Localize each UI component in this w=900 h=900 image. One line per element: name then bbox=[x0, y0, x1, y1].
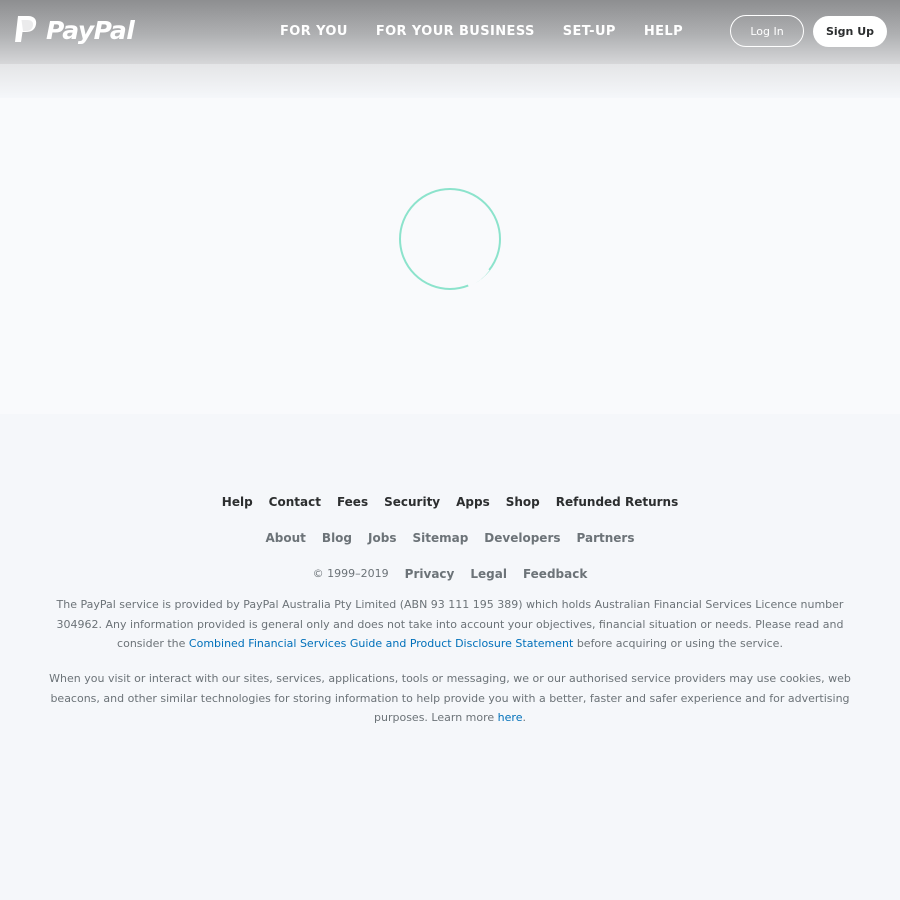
cookie-text: When you visit or interact with our site… bbox=[49, 672, 851, 724]
footer-secondary-links: About Blog Jobs Sitemap Developers Partn… bbox=[0, 531, 900, 545]
legal-text-1-end: before acquiring or using the service. bbox=[576, 637, 783, 650]
cookie-learn-more-link[interactable]: here bbox=[498, 711, 523, 724]
nav-help[interactable]: HELP bbox=[644, 24, 683, 39]
footer-link-contact[interactable]: Contact bbox=[269, 495, 321, 509]
site-header: PayPal FOR YOU FOR YOUR BUSINESS SET-UP … bbox=[0, 0, 900, 64]
login-button[interactable]: Log In bbox=[730, 15, 804, 47]
paypal-logo[interactable]: PayPal bbox=[12, 14, 135, 46]
footer-primary-links: Help Contact Fees Security Apps Shop Ref… bbox=[0, 495, 900, 509]
footer-link-help[interactable]: Help bbox=[222, 495, 253, 509]
footer-link-shop[interactable]: Shop bbox=[506, 495, 540, 509]
footer-tertiary-links: © 1999–2019 Privacy Legal Feedback bbox=[0, 567, 900, 581]
footer-link-refunded-returns[interactable]: Refunded Returns bbox=[556, 495, 678, 509]
logo-text: PayPal bbox=[46, 15, 135, 45]
footer-link-legal[interactable]: Legal bbox=[470, 567, 507, 581]
copyright: © 1999–2019 bbox=[312, 567, 389, 580]
footer-link-blog[interactable]: Blog bbox=[322, 531, 352, 545]
nav-for-you[interactable]: FOR YOU bbox=[280, 24, 348, 39]
fsg-pds-link[interactable]: Combined Financial Services Guide and Pr… bbox=[189, 637, 573, 650]
footer-link-developers[interactable]: Developers bbox=[484, 531, 560, 545]
footer-link-privacy[interactable]: Privacy bbox=[405, 567, 455, 581]
footer-link-fees[interactable]: Fees bbox=[337, 495, 368, 509]
nav-for-your-business[interactable]: FOR YOUR BUSINESS bbox=[376, 24, 535, 39]
cookie-text-end: . bbox=[522, 711, 526, 724]
footer-link-feedback[interactable]: Feedback bbox=[523, 567, 587, 581]
footer-link-jobs[interactable]: Jobs bbox=[368, 531, 396, 545]
footer-link-apps[interactable]: Apps bbox=[456, 495, 490, 509]
main-nav: FOR YOU FOR YOUR BUSINESS SET-UP HELP bbox=[280, 24, 711, 39]
signup-button[interactable]: Sign Up bbox=[813, 16, 887, 47]
cookie-notice: When you visit or interact with our site… bbox=[40, 669, 860, 728]
header-shadow bbox=[0, 64, 900, 98]
nav-set-up[interactable]: SET-UP bbox=[563, 24, 616, 39]
footer-link-sitemap[interactable]: Sitemap bbox=[412, 531, 468, 545]
site-footer: Help Contact Fees Security Apps Shop Ref… bbox=[0, 414, 900, 900]
footer-link-security[interactable]: Security bbox=[384, 495, 440, 509]
footer-link-about[interactable]: About bbox=[266, 531, 306, 545]
paypal-p-icon bbox=[15, 16, 37, 42]
footer-link-partners[interactable]: Partners bbox=[577, 531, 635, 545]
legal-disclaimer: The PayPal service is provided by PayPal… bbox=[40, 595, 860, 654]
loading-spinner-icon bbox=[398, 188, 501, 290]
